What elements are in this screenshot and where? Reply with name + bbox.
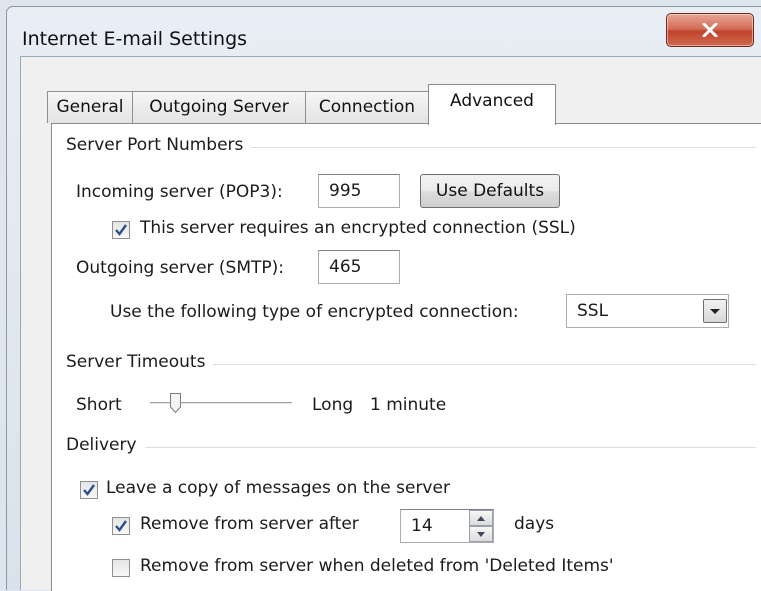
days-unit-label: days [514,514,555,534]
incoming-port-input[interactable]: 995 [318,174,400,208]
stepper-down-button[interactable] [469,526,493,542]
timeout-long-label: Long [312,395,354,415]
timeout-value-label: 1 minute [370,395,447,415]
timeout-slider[interactable] [150,392,292,418]
advanced-tab-panel: Server Port Numbers Incoming server (POP… [51,123,761,591]
group-title-server-ports: Server Port Numbers [66,135,252,155]
days-stepper[interactable] [469,509,493,543]
leave-copy-label: Leave a copy of messages on the server [106,478,450,498]
checkmark-icon [115,520,127,532]
leave-copy-checkbox[interactable] [80,481,98,499]
encryption-type-select[interactable]: SSL [566,294,729,328]
ssl-incoming-label: This server requires an encrypted connec… [140,218,576,238]
group-title-timeouts: Server Timeouts [66,352,214,372]
tab-general[interactable]: General [47,91,133,123]
chevron-down-icon [477,532,485,537]
outgoing-port-input[interactable]: 465 [318,250,400,284]
close-button[interactable] [666,13,754,47]
dialog-client-area: General Outgoing Server Connection Advan… [20,56,761,591]
encryption-type-label: Use the following type of encrypted conn… [110,302,519,322]
remove-after-checkbox[interactable] [112,517,130,535]
checkmark-icon [83,484,95,496]
group-title-delivery: Delivery [66,435,145,455]
ssl-incoming-checkbox[interactable] [112,221,130,239]
checkmark-icon [115,224,127,236]
tab-advanced[interactable]: Advanced [428,84,556,125]
slider-thumb[interactable] [170,393,181,413]
tab-outgoing-server[interactable]: Outgoing Server [132,91,306,123]
chevron-up-icon [477,516,485,521]
remove-deleted-label: Remove from server when deleted from 'De… [140,556,614,576]
close-icon [702,23,718,37]
use-defaults-button[interactable]: Use Defaults [420,174,560,208]
dropdown-arrow-button[interactable] [703,299,727,323]
tab-connection[interactable]: Connection [305,91,429,123]
encryption-type-value: SSL [577,301,609,321]
outgoing-server-label: Outgoing server (SMTP): [76,258,285,278]
window-title: Internet E-mail Settings [22,28,248,50]
incoming-server-label: Incoming server (POP3): [76,182,283,202]
remove-after-label: Remove from server after [140,514,359,534]
chevron-down-icon [710,309,720,314]
timeout-short-label: Short [76,395,122,415]
group-divider [66,447,756,448]
stepper-up-button[interactable] [469,510,493,526]
remove-deleted-checkbox[interactable] [112,559,130,577]
